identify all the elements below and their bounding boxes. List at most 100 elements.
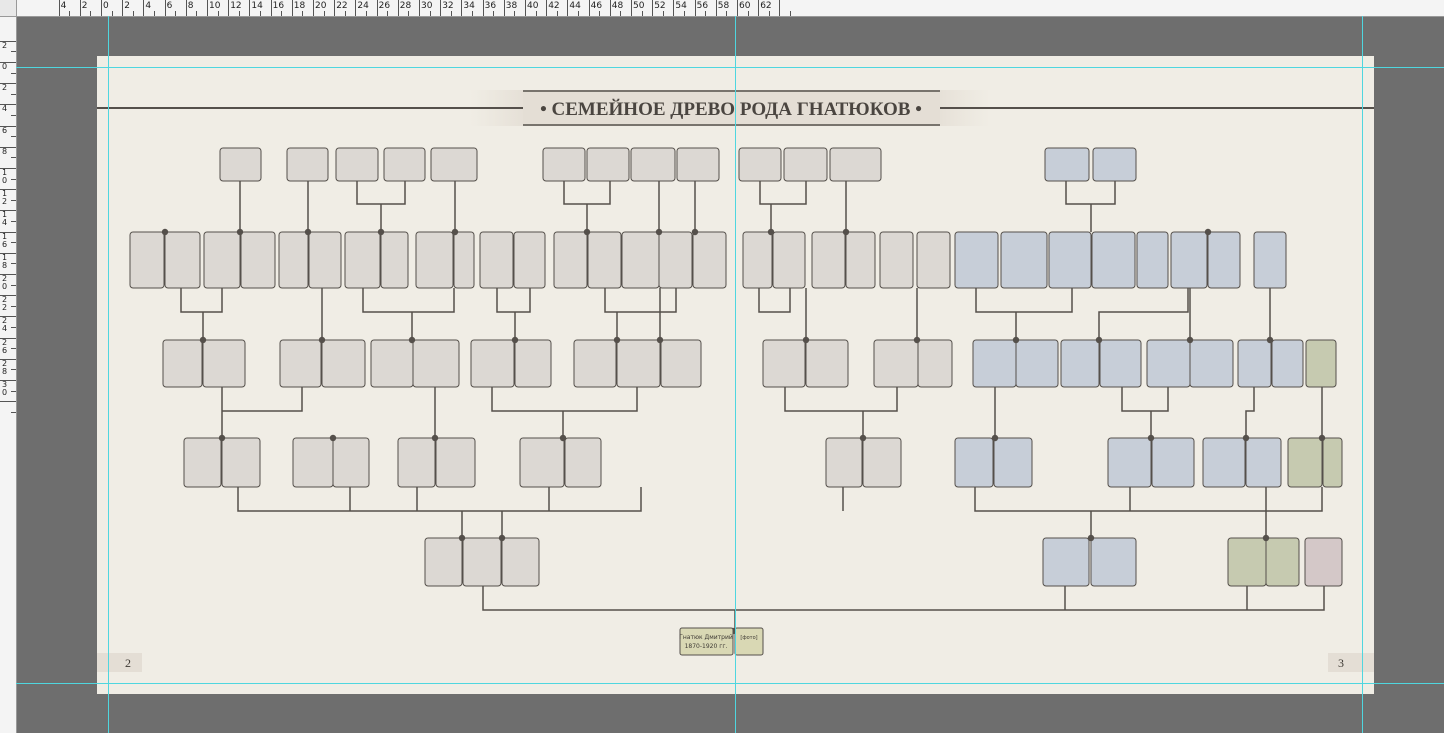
person-box[interactable] — [435, 437, 476, 488]
person-box[interactable] — [1271, 339, 1304, 388]
person-box[interactable] — [564, 437, 602, 488]
person-box[interactable] — [415, 231, 454, 289]
person-box[interactable] — [658, 231, 693, 289]
person-box[interactable] — [412, 339, 460, 388]
guide-horizontal-top[interactable] — [16, 67, 1444, 68]
person-box[interactable] — [993, 437, 1033, 488]
person-box[interactable] — [1265, 537, 1300, 587]
person-box[interactable] — [862, 437, 902, 488]
person-box[interactable] — [676, 147, 720, 182]
person-box[interactable] — [462, 537, 502, 587]
person-box[interactable] — [1044, 147, 1090, 182]
person-box[interactable] — [219, 147, 262, 182]
person-box[interactable] — [916, 231, 951, 289]
person-box[interactable] — [542, 147, 586, 182]
person-box[interactable] — [1207, 231, 1241, 289]
person-box[interactable] — [1091, 231, 1136, 289]
person-box[interactable] — [240, 231, 276, 289]
person-box[interactable] — [630, 147, 676, 182]
guide-vertical-right[interactable] — [1362, 16, 1363, 733]
person-box[interactable] — [954, 437, 994, 488]
person-box[interactable] — [805, 339, 849, 388]
person-box[interactable] — [742, 231, 773, 289]
person-box[interactable] — [203, 231, 241, 289]
person-box[interactable] — [762, 339, 806, 388]
person-box[interactable] — [1237, 339, 1272, 388]
person-box[interactable] — [772, 231, 806, 289]
person-box[interactable] — [397, 437, 436, 488]
person-box[interactable] — [738, 147, 782, 182]
person-box[interactable] — [308, 231, 342, 289]
person-box[interactable] — [1092, 147, 1137, 182]
person-box[interactable] — [129, 231, 165, 289]
person-box[interactable] — [383, 147, 426, 182]
person-box[interactable] — [453, 231, 475, 289]
person-box[interactable] — [514, 339, 552, 388]
person-box[interactable] — [513, 231, 546, 289]
person-box[interactable] — [344, 231, 381, 289]
person-box[interactable] — [1253, 231, 1287, 289]
person-box[interactable] — [587, 231, 622, 289]
person-box[interactable] — [1048, 231, 1092, 289]
person-box[interactable] — [1015, 339, 1059, 388]
person-box[interactable] — [660, 339, 702, 388]
person-box[interactable] — [1107, 437, 1152, 488]
person-box[interactable] — [1042, 537, 1090, 587]
root-person-photo-box[interactable] — [734, 627, 764, 656]
person-box[interactable] — [286, 147, 329, 182]
person-box[interactable] — [972, 339, 1017, 388]
person-box[interactable] — [873, 339, 919, 388]
guide-vertical-center[interactable] — [735, 16, 736, 733]
person-box[interactable] — [321, 339, 366, 388]
person-box[interactable] — [783, 147, 828, 182]
person-box[interactable] — [811, 231, 846, 289]
guide-vertical-left[interactable] — [108, 16, 109, 733]
person-box[interactable] — [1060, 339, 1100, 388]
person-box[interactable] — [586, 147, 630, 182]
person-box[interactable] — [692, 231, 727, 289]
guide-horizontal-bottom[interactable] — [16, 683, 1444, 684]
person-box[interactable] — [1245, 437, 1282, 488]
person-box[interactable] — [1099, 339, 1142, 388]
person-box[interactable] — [553, 231, 588, 289]
person-box[interactable] — [1202, 437, 1246, 488]
person-box[interactable] — [954, 231, 999, 289]
person-box[interactable] — [501, 537, 540, 587]
person-box[interactable] — [825, 437, 863, 488]
person-box[interactable] — [335, 147, 379, 182]
person-box[interactable] — [162, 339, 203, 388]
person-box[interactable] — [470, 339, 515, 388]
document-canvas[interactable]: • СЕМЕЙНОЕ ДРЕВО РОДА ГНАТЮКОВ • Гнатюк … — [0, 0, 1444, 733]
person-box[interactable] — [845, 231, 876, 289]
person-box[interactable] — [573, 339, 617, 388]
person-box[interactable] — [1151, 437, 1195, 488]
person-box[interactable] — [1287, 437, 1323, 488]
person-box[interactable] — [616, 339, 661, 388]
person-box[interactable] — [279, 339, 322, 388]
person-box[interactable] — [164, 231, 201, 289]
person-box[interactable] — [380, 231, 409, 289]
person-box[interactable] — [183, 437, 222, 488]
person-box[interactable] — [221, 437, 261, 488]
person-box[interactable] — [430, 147, 478, 182]
person-box[interactable] — [370, 339, 414, 388]
person-box[interactable] — [1304, 537, 1343, 587]
person-box[interactable] — [1189, 339, 1234, 388]
person-box[interactable] — [292, 437, 334, 488]
person-box[interactable] — [621, 231, 660, 289]
person-box[interactable] — [278, 231, 309, 289]
person-box[interactable] — [1000, 231, 1048, 289]
person-box[interactable] — [1136, 231, 1169, 289]
person-box[interactable] — [1146, 339, 1191, 388]
person-box[interactable] — [879, 231, 914, 289]
root-person-box[interactable] — [679, 627, 734, 656]
person-box[interactable] — [1227, 537, 1267, 587]
person-box[interactable] — [1322, 437, 1343, 488]
person-box[interactable] — [479, 231, 514, 289]
person-box[interactable] — [202, 339, 246, 388]
root-person-card[interactable]: Гнатюк Дмитрий 1870-1920 гг. [фото] — [679, 627, 764, 656]
person-box[interactable] — [519, 437, 565, 488]
person-box[interactable] — [332, 437, 370, 488]
person-box[interactable] — [829, 147, 882, 182]
person-box[interactable] — [1090, 537, 1137, 587]
